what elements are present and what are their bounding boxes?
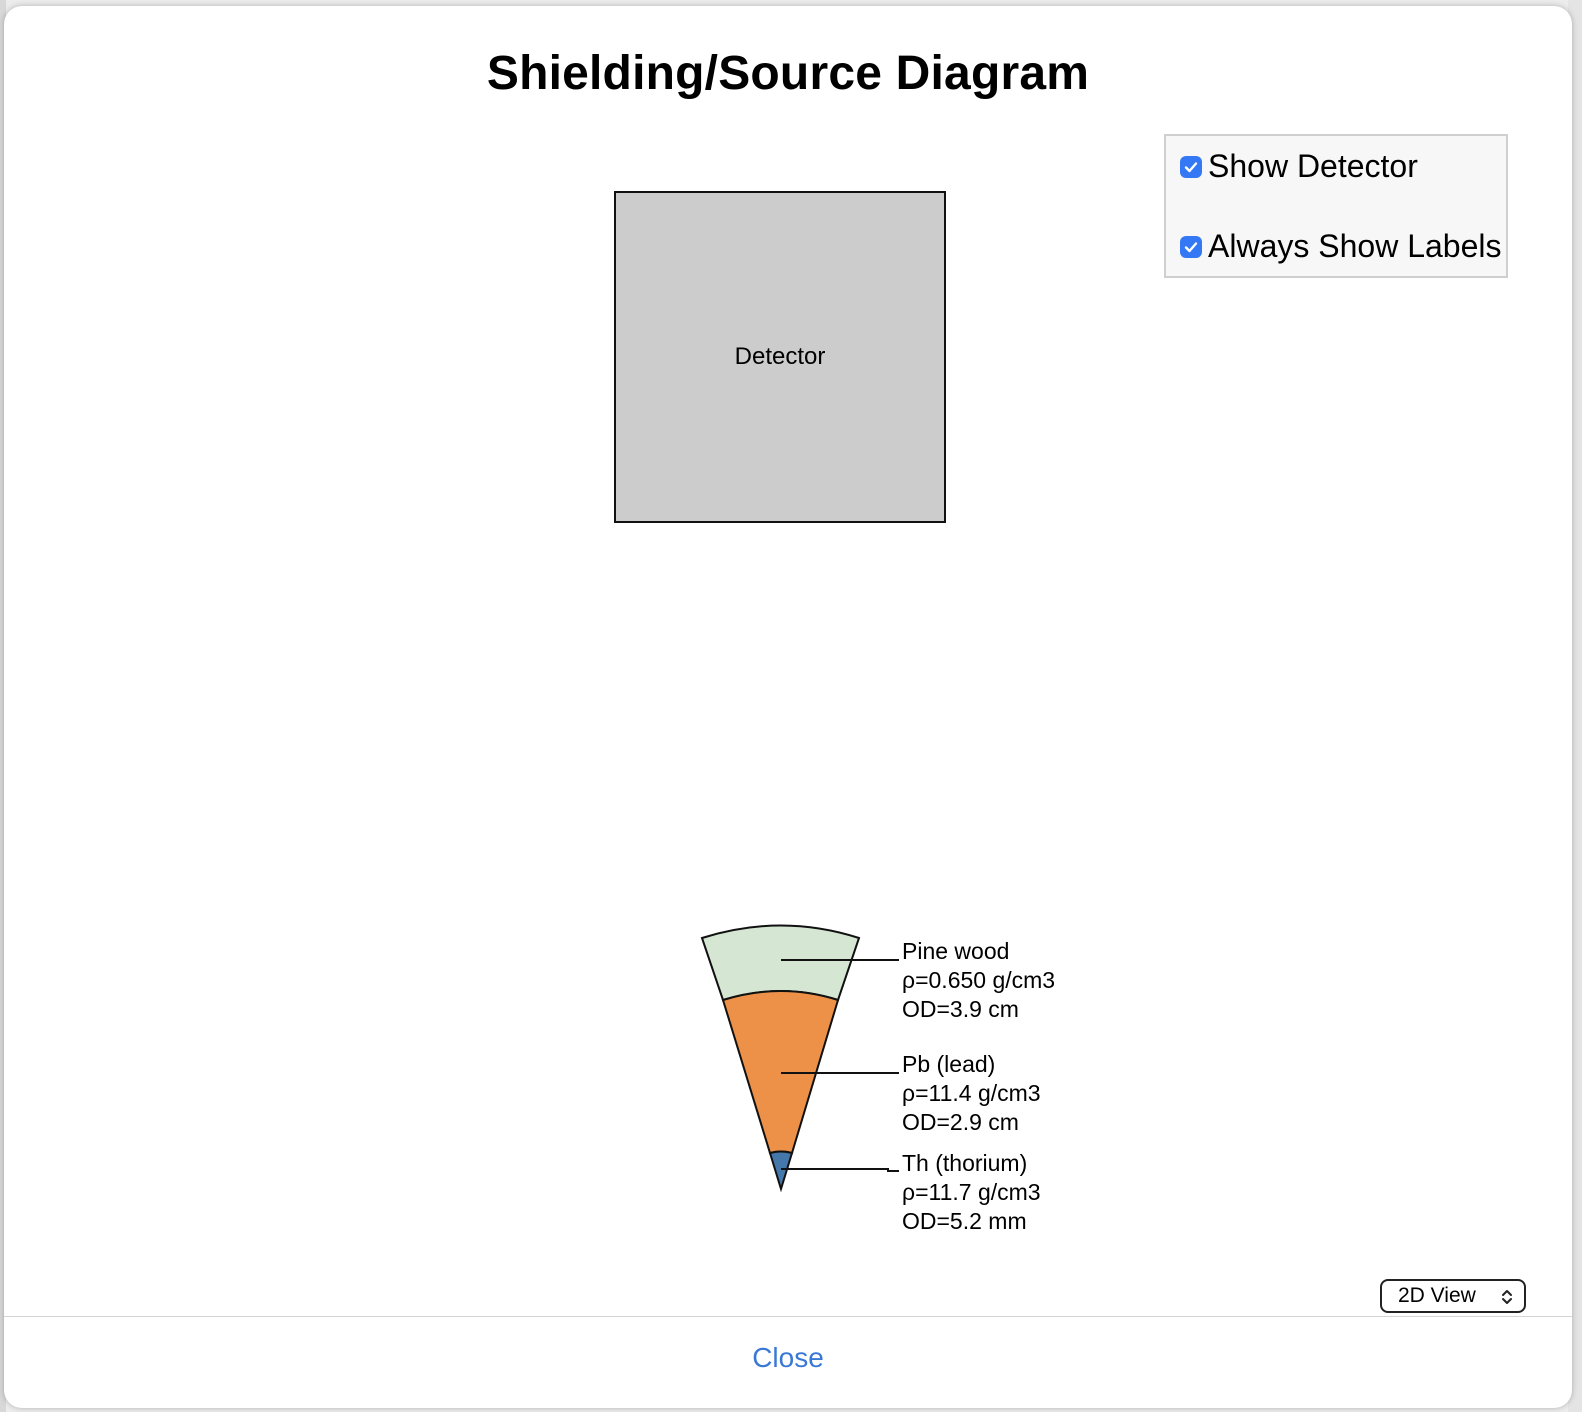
view-mode-value: 2D View bbox=[1398, 1284, 1476, 1307]
footer-divider bbox=[4, 1316, 1572, 1317]
layer-thorium-od: OD=5.2 mm bbox=[902, 1208, 1027, 1234]
layer-lead-density: ρ=11.4 g/cm3 bbox=[902, 1080, 1041, 1106]
layer-wood-wedge bbox=[700, 924, 861, 1002]
show-detector-option[interactable]: Show Detector bbox=[1180, 148, 1418, 185]
always-show-labels-option[interactable]: Always Show Labels bbox=[1180, 228, 1501, 265]
layer-thorium-name: Th (thorium) bbox=[902, 1150, 1028, 1176]
layer-label-lead: Pb (lead) ρ=11.4 g/cm3 OD=2.9 cm bbox=[902, 1050, 1041, 1137]
always-show-labels-label: Always Show Labels bbox=[1208, 228, 1502, 264]
display-options-panel: Show Detector Always Show Labels bbox=[1164, 134, 1508, 278]
shielding-diagram-dialog: Shielding/Source Diagram Detector Pine w… bbox=[4, 6, 1572, 1408]
layer-wood-density: ρ=0.650 g/cm3 bbox=[902, 967, 1056, 993]
show-detector-checkbox[interactable] bbox=[1180, 155, 1202, 178]
chevron-up-down-icon bbox=[1502, 1290, 1512, 1304]
layer-thorium-wedge bbox=[768, 1150, 794, 1193]
show-detector-label: Show Detector bbox=[1208, 148, 1418, 184]
layer-wood-od: OD=3.9 cm bbox=[902, 996, 1019, 1022]
checkmark-icon bbox=[1184, 161, 1198, 172]
checkmark-icon bbox=[1184, 241, 1198, 252]
always-show-labels-checkbox[interactable] bbox=[1180, 235, 1202, 258]
layer-label-thorium: Th (thorium) ρ=11.7 g/cm3 OD=5.2 mm bbox=[902, 1149, 1041, 1236]
layer-label-wood: Pine wood ρ=0.650 g/cm3 OD=3.9 cm bbox=[902, 937, 1055, 1024]
close-button[interactable]: Close bbox=[688, 1336, 888, 1380]
layer-wood-name: Pine wood bbox=[902, 938, 1010, 964]
view-mode-select[interactable]: 2D View bbox=[1380, 1279, 1526, 1313]
layer-lead-od: OD=2.9 cm bbox=[902, 1109, 1019, 1135]
leader-line-thorium bbox=[781, 1168, 899, 1172]
layer-thorium-density: ρ=11.7 g/cm3 bbox=[902, 1179, 1041, 1205]
layer-lead-name: Pb (lead) bbox=[902, 1051, 996, 1077]
